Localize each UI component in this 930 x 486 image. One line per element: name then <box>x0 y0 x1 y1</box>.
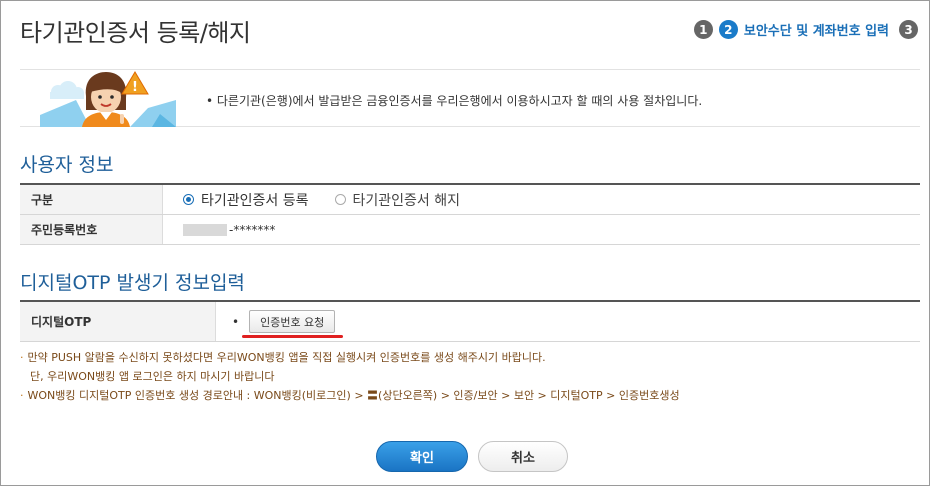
step-2-badge: 2 <box>718 20 738 39</box>
otp-table: 디지털OTP • 인증번호 요청 <box>20 300 920 342</box>
confirm-button[interactable]: 확인 <box>376 441 468 472</box>
radio-unselected-icon <box>334 194 346 205</box>
otp-bullet: • <box>232 314 240 329</box>
user-info-heading: 사용자 정보 <box>20 154 114 176</box>
type-label: 구분 <box>20 185 163 214</box>
step-1-badge: 1 <box>693 20 713 39</box>
request-code-button[interactable]: 인증번호 요청 <box>249 310 336 333</box>
request-highlight-underline <box>242 335 343 338</box>
type-row: 구분 타기관인증서 등록 타기관인증서 해지 <box>20 185 920 215</box>
cancel-button[interactable]: 취소 <box>478 441 568 472</box>
note-line-2: 단, 우리WON뱅킹 앱 로그인은 하지 마시기 바랍니다 <box>30 370 275 383</box>
otp-notes: · 만약 PUSH 알람을 수신하지 못하셨다면 우리WON뱅킹 앱을 직접 실행… <box>20 348 680 405</box>
step-3-badge: 3 <box>899 20 918 39</box>
otp-heading: 디지털OTP 발생기 정보입력 <box>20 272 245 294</box>
radio-selected-icon <box>183 194 194 205</box>
type-options: 타기관인증서 등록 타기관인증서 해지 <box>163 185 486 214</box>
ssn-masked-block <box>183 223 227 236</box>
cancel-radio-label: 타기관인증서 해지 <box>352 192 461 209</box>
notice-banner: ! • 다른기관(은행)에서 발급받은 금융인증서를 우리은행에서 이용하시고자… <box>20 69 920 127</box>
ssn-label: 주민등록번호 <box>20 215 163 244</box>
notice-text: • 다른기관(은행)에서 발급받은 금융인증서를 우리은행에서 이용하시고자 할… <box>206 94 703 108</box>
cancel-radio[interactable]: 타기관인증서 해지 <box>334 190 461 210</box>
banker-illustration: ! <box>40 70 176 127</box>
register-radio[interactable]: 타기관인증서 등록 <box>183 190 309 210</box>
register-radio-label: 타기관인증서 등록 <box>201 192 309 209</box>
page-title: 타기관인증서 등록/해지 <box>20 19 251 47</box>
otp-row: 디지털OTP • 인증번호 요청 <box>20 302 920 342</box>
step-indicator: 1 2 보안수단 및 계좌번호 입력 3 <box>693 20 918 39</box>
ssn-value: -******* <box>163 215 275 244</box>
ssn-row: 주민등록번호 -******* <box>20 215 920 245</box>
svg-text:!: ! <box>132 80 138 95</box>
user-info-table: 구분 타기관인증서 등록 타기관인증서 해지 주민등록번호 -******* <box>20 183 920 245</box>
step-2-label: 보안수단 및 계좌번호 입력 <box>743 24 889 39</box>
note-line-1: · 만약 PUSH 알람을 수신하지 못하셨다면 우리WON뱅킹 앱을 직접 실행… <box>20 351 546 364</box>
ssn-back-digits: -******* <box>229 222 276 237</box>
otp-label: 디지털OTP <box>20 302 216 341</box>
note-line-3: · WON뱅킹 디지털OTP 인증번호 생성 경로안내 : WON뱅킹(비로그인)… <box>20 389 680 402</box>
